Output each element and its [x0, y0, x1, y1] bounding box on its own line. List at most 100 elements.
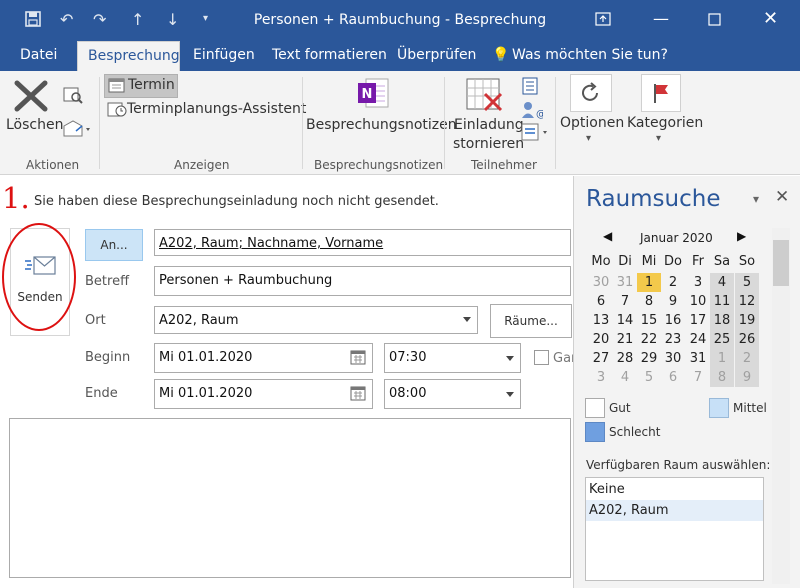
- calendar-prev-icon[interactable]: ◀: [603, 229, 612, 243]
- beginn-date-field[interactable]: Mi 01.01.2020: [154, 343, 373, 373]
- to-field[interactable]: A202, Raum; Nachname, Vorname: [154, 229, 571, 256]
- calendar-day[interactable]: 16: [661, 311, 685, 330]
- kategorien-icon-box[interactable]: [641, 74, 681, 112]
- calendar-day[interactable]: 15: [637, 311, 661, 330]
- an-button[interactable]: An...: [85, 229, 143, 261]
- calendar-day[interactable]: 4: [710, 273, 734, 292]
- beginn-date-value: Mi 01.01.2020: [159, 350, 253, 365]
- calendar-day[interactable]: 5: [735, 273, 759, 292]
- ende-time-field[interactable]: 08:00: [384, 379, 521, 409]
- room-item-keine[interactable]: Keine: [586, 479, 763, 500]
- calendar-day[interactable]: 26: [735, 330, 759, 349]
- calendar-day[interactable]: 22: [637, 330, 661, 349]
- response-options-icon[interactable]: [521, 123, 551, 141]
- calendar-day[interactable]: 20: [589, 330, 613, 349]
- calendar-day[interactable]: 21: [613, 330, 637, 349]
- calendar-next-icon[interactable]: ▶: [737, 229, 746, 243]
- calendar-day[interactable]: 11: [710, 292, 734, 311]
- calendar-day[interactable]: 28: [613, 349, 637, 368]
- ort-field[interactable]: A202, Raum: [154, 306, 478, 334]
- calendar-day[interactable]: 30: [589, 273, 613, 292]
- tab-einfuegen[interactable]: Einfügen: [193, 41, 255, 71]
- calendar-day[interactable]: 10: [686, 292, 710, 311]
- optionen-button[interactable]: Optionen: [560, 115, 624, 131]
- calendar-day[interactable]: 24: [686, 330, 710, 349]
- calendar-day[interactable]: 6: [661, 368, 685, 387]
- optionen-icon-box[interactable]: [570, 74, 612, 112]
- calendar-day[interactable]: 30: [661, 349, 685, 368]
- terminplanungs-assistent-button[interactable]: Terminplanungs-Assistent: [104, 99, 306, 121]
- calendar-day[interactable]: 3: [686, 273, 710, 292]
- calendar-day[interactable]: 9: [735, 368, 759, 387]
- calendar-day[interactable]: 8: [637, 292, 661, 311]
- calendar-day[interactable]: 19: [735, 311, 759, 330]
- check-names-icon[interactable]: @: [521, 100, 543, 120]
- termin-button[interactable]: Termin: [104, 74, 178, 98]
- calendar-day[interactable]: 3: [589, 368, 613, 387]
- tell-me-input[interactable]: Was möchten Sie tun?: [512, 41, 668, 71]
- pane-close-icon[interactable]: ✕: [775, 187, 789, 207]
- calendar-day[interactable]: 2: [661, 273, 685, 292]
- delete-icon[interactable]: [13, 79, 49, 113]
- room-item-a202[interactable]: A202, Raum: [586, 500, 763, 521]
- delete-button[interactable]: Löschen: [6, 117, 63, 133]
- calendar-day[interactable]: 27: [589, 349, 613, 368]
- room-select-label: Verfügbaren Raum auswählen:: [586, 458, 771, 472]
- kategorien-button[interactable]: Kategorien: [627, 115, 703, 131]
- kategorien-dropdown-icon[interactable]: ▾: [656, 133, 661, 144]
- calendar-day[interactable]: 7: [613, 292, 637, 311]
- beginn-time-field[interactable]: 07:30: [384, 343, 521, 373]
- onenote-icon[interactable]: N: [356, 76, 390, 110]
- calendar-picker-icon[interactable]: [350, 386, 366, 401]
- einladung-stornieren-line2[interactable]: stornieren: [453, 136, 524, 152]
- calendar-day[interactable]: 7: [686, 368, 710, 387]
- calendar-day[interactable]: 29: [637, 349, 661, 368]
- calendar-day[interactable]: 5: [637, 368, 661, 387]
- ende-time-value: 08:00: [389, 386, 427, 401]
- raeume-button[interactable]: Räume...: [490, 304, 572, 338]
- calendar-day[interactable]: 25: [710, 330, 734, 349]
- ribbon-display-icon[interactable]: [595, 12, 611, 26]
- tab-besprechung[interactable]: Besprechung: [77, 41, 180, 71]
- close-icon[interactable]: ✕: [763, 8, 778, 29]
- calendar-day[interactable]: 4: [613, 368, 637, 387]
- ende-date-field[interactable]: Mi 01.01.2020: [154, 379, 373, 409]
- tell-me-icon[interactable]: 💡: [492, 41, 509, 71]
- pane-scrollbar-thumb[interactable]: [773, 240, 789, 286]
- calendar-picker-icon[interactable]: [350, 350, 366, 365]
- tab-ueberpruefen[interactable]: Überprüfen: [397, 41, 476, 71]
- calendar-day[interactable]: 8: [710, 368, 734, 387]
- calendar-day[interactable]: 18: [710, 311, 734, 330]
- ende-time-dropdown-icon[interactable]: [506, 392, 514, 397]
- optionen-dropdown-icon[interactable]: ▾: [586, 133, 591, 144]
- calendar-day[interactable]: 2: [735, 349, 759, 368]
- calendar-day[interactable]: 1: [637, 273, 661, 292]
- maximize-icon[interactable]: [708, 13, 721, 26]
- betreff-field[interactable]: Personen + Raumbuchung: [154, 266, 571, 296]
- forward-envelope-icon[interactable]: [62, 120, 92, 138]
- calendar-day[interactable]: 14: [613, 311, 637, 330]
- address-book-icon[interactable]: [521, 77, 541, 95]
- calendar-day[interactable]: 6: [589, 292, 613, 311]
- calendar-day[interactable]: 9: [661, 292, 685, 311]
- calendar-day[interactable]: 17: [686, 311, 710, 330]
- message-body[interactable]: [9, 418, 571, 578]
- besprechungsnotizen-button[interactable]: Besprechungsnotizen: [306, 117, 457, 133]
- calendar-day[interactable]: 31: [613, 273, 637, 292]
- beginn-label: Beginn: [85, 350, 131, 365]
- tab-datei[interactable]: Datei: [20, 41, 57, 71]
- calendar-day[interactable]: 31: [686, 349, 710, 368]
- ort-dropdown-icon[interactable]: [463, 317, 471, 322]
- cancel-invitation-icon[interactable]: [465, 76, 505, 112]
- einladung-stornieren-line1[interactable]: Einladung: [454, 117, 524, 133]
- beginn-time-dropdown-icon[interactable]: [506, 356, 514, 361]
- calendar-search-icon[interactable]: [63, 85, 83, 105]
- calendar-day[interactable]: 13: [589, 311, 613, 330]
- pane-menu-icon[interactable]: ▾: [753, 192, 759, 206]
- calendar-day[interactable]: 1: [710, 349, 734, 368]
- tab-text-formatieren[interactable]: Text formatieren: [272, 41, 387, 71]
- calendar-day[interactable]: 23: [661, 330, 685, 349]
- ganztaegig-checkbox[interactable]: [534, 350, 549, 365]
- calendar-day[interactable]: 12: [735, 292, 759, 311]
- minimize-icon[interactable]: —: [653, 9, 669, 28]
